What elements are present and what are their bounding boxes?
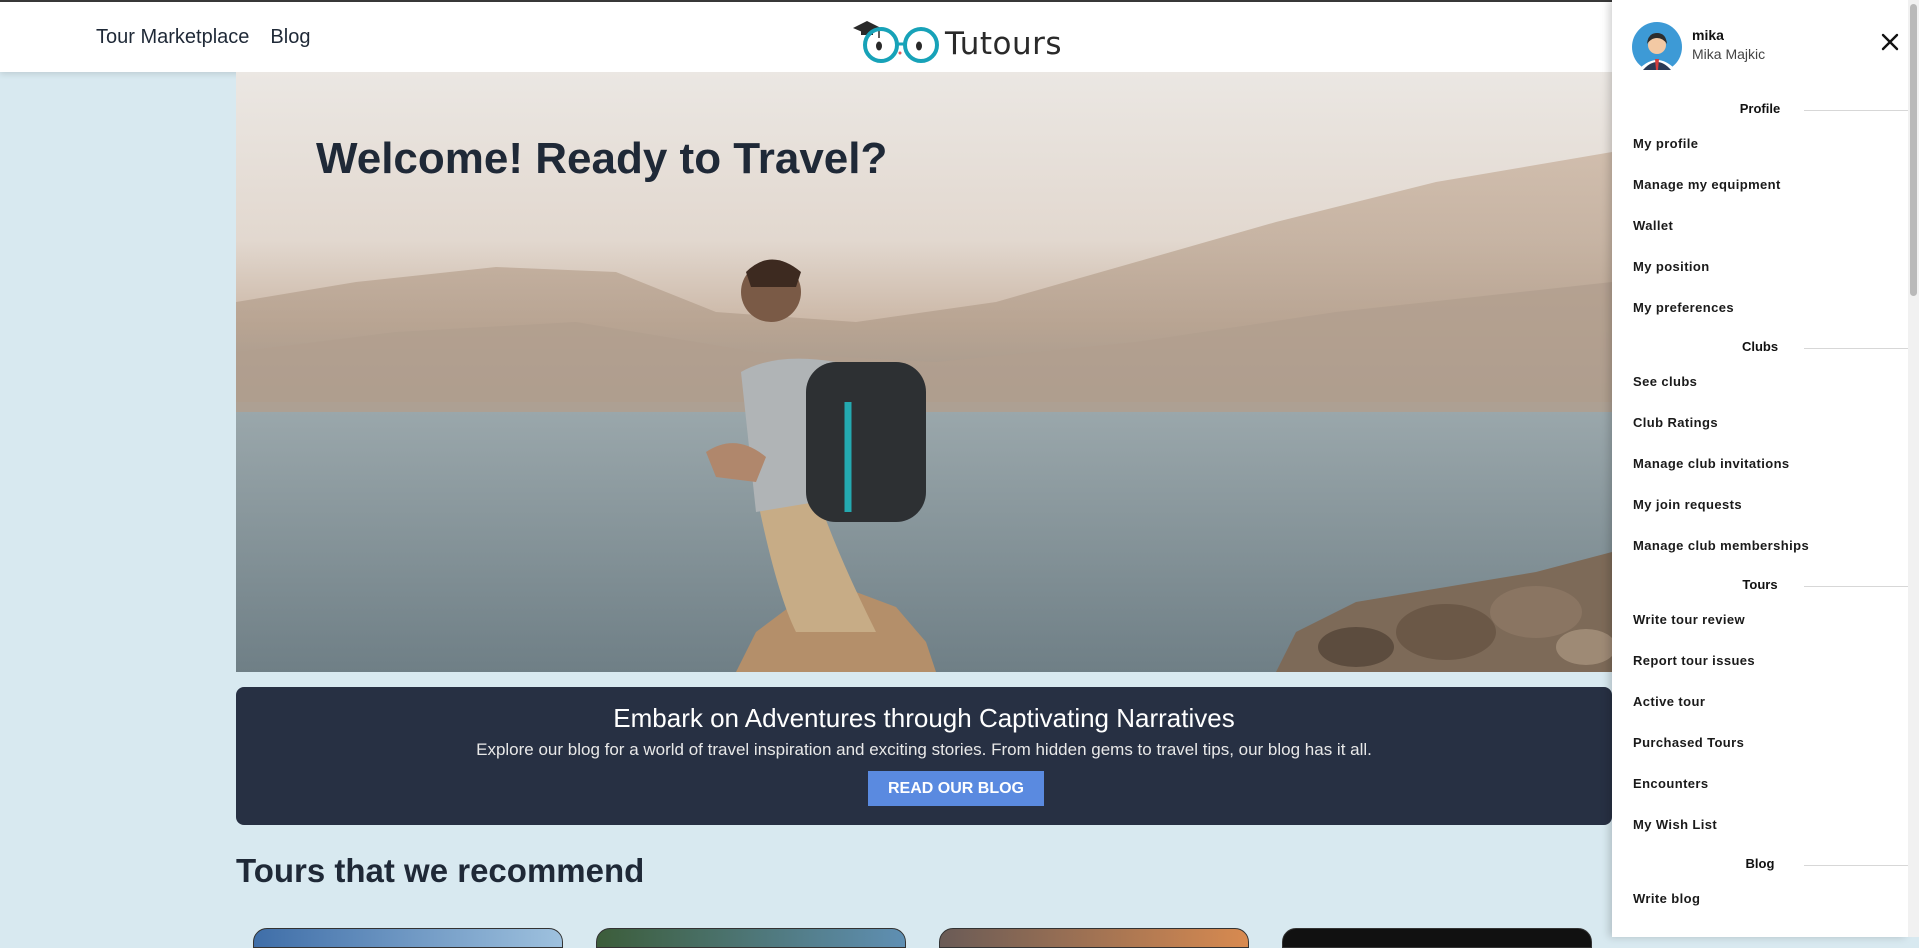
hero-title: Welcome! Ready to Travel? [316,134,888,183]
section-header-clubs: Clubs [1612,339,1908,357]
tour-card-1[interactable] [253,928,563,948]
tour-card-3[interactable] [939,928,1249,948]
section-header-profile: Profile [1612,101,1908,119]
close-icon[interactable] [1878,30,1902,54]
tutours-logo[interactable]: Tutours [853,12,1062,68]
section-header-blog: Blog [1612,856,1908,874]
menu-encounters[interactable]: Encounters [1633,776,1709,791]
logo-text: Tutours [945,26,1063,62]
menu-active-tour[interactable]: Active tour [1633,694,1705,709]
menu-club-ratings[interactable]: Club Ratings [1633,415,1718,430]
menu-my-wish-list[interactable]: My Wish List [1633,817,1717,832]
user-avatar-icon [1632,22,1682,72]
user-full-name: Mika Majkic [1692,46,1766,62]
menu-manage-club-invitations[interactable]: Manage club invitations [1633,456,1790,471]
main-nav: Tour Marketplace Blog [96,26,310,49]
tour-card-2[interactable] [596,928,906,948]
hero-banner: Welcome! Ready to Travel? [236,72,1612,672]
glasses-graduation-cap-icon [853,21,939,63]
banner-title: Embark on Adventures through Captivating… [613,703,1235,733]
section-header-tours: Tours [1612,577,1908,595]
menu-see-clubs[interactable]: See clubs [1633,374,1697,389]
read-blog-button[interactable]: READ OUR BLOG [868,771,1044,806]
menu-wallet[interactable]: Wallet [1633,218,1673,233]
menu-purchased-tours[interactable]: Purchased Tours [1633,735,1744,750]
menu-my-profile[interactable]: My profile [1633,136,1698,151]
top-navbar: Tour Marketplace Blog Tutours [0,2,1612,72]
menu-my-join-requests[interactable]: My join requests [1633,497,1742,512]
menu-write-tour-review[interactable]: Write tour review [1633,612,1745,627]
menu-manage-club-memberships[interactable]: Manage club memberships [1633,538,1809,553]
scrollbar-thumb[interactable] [1910,4,1917,296]
nav-tour-marketplace[interactable]: Tour Marketplace [96,26,249,49]
menu-manage-equipment[interactable]: Manage my equipment [1633,177,1781,192]
banner-text: Explore our blog for a world of travel i… [476,740,1372,759]
menu-report-tour-issues[interactable]: Report tour issues [1633,653,1755,668]
user-menu-drawer: mika Mika Majkic Profile My profile Mana… [1612,0,1908,937]
user-info: mika Mika Majkic [1632,22,1892,72]
menu-my-position[interactable]: My position [1633,259,1710,274]
menu-write-blog[interactable]: Write blog [1633,891,1700,906]
drawer-scrollbar[interactable] [1908,0,1919,937]
menu-my-preferences[interactable]: My preferences [1633,300,1734,315]
recommended-tours-title: Tours that we recommend [236,852,645,889]
username: mika [1692,27,1724,43]
blog-promo-banner: Embark on Adventures through Captivating… [236,687,1612,825]
nav-blog[interactable]: Blog [270,26,310,49]
tour-card-4[interactable] [1282,928,1592,948]
